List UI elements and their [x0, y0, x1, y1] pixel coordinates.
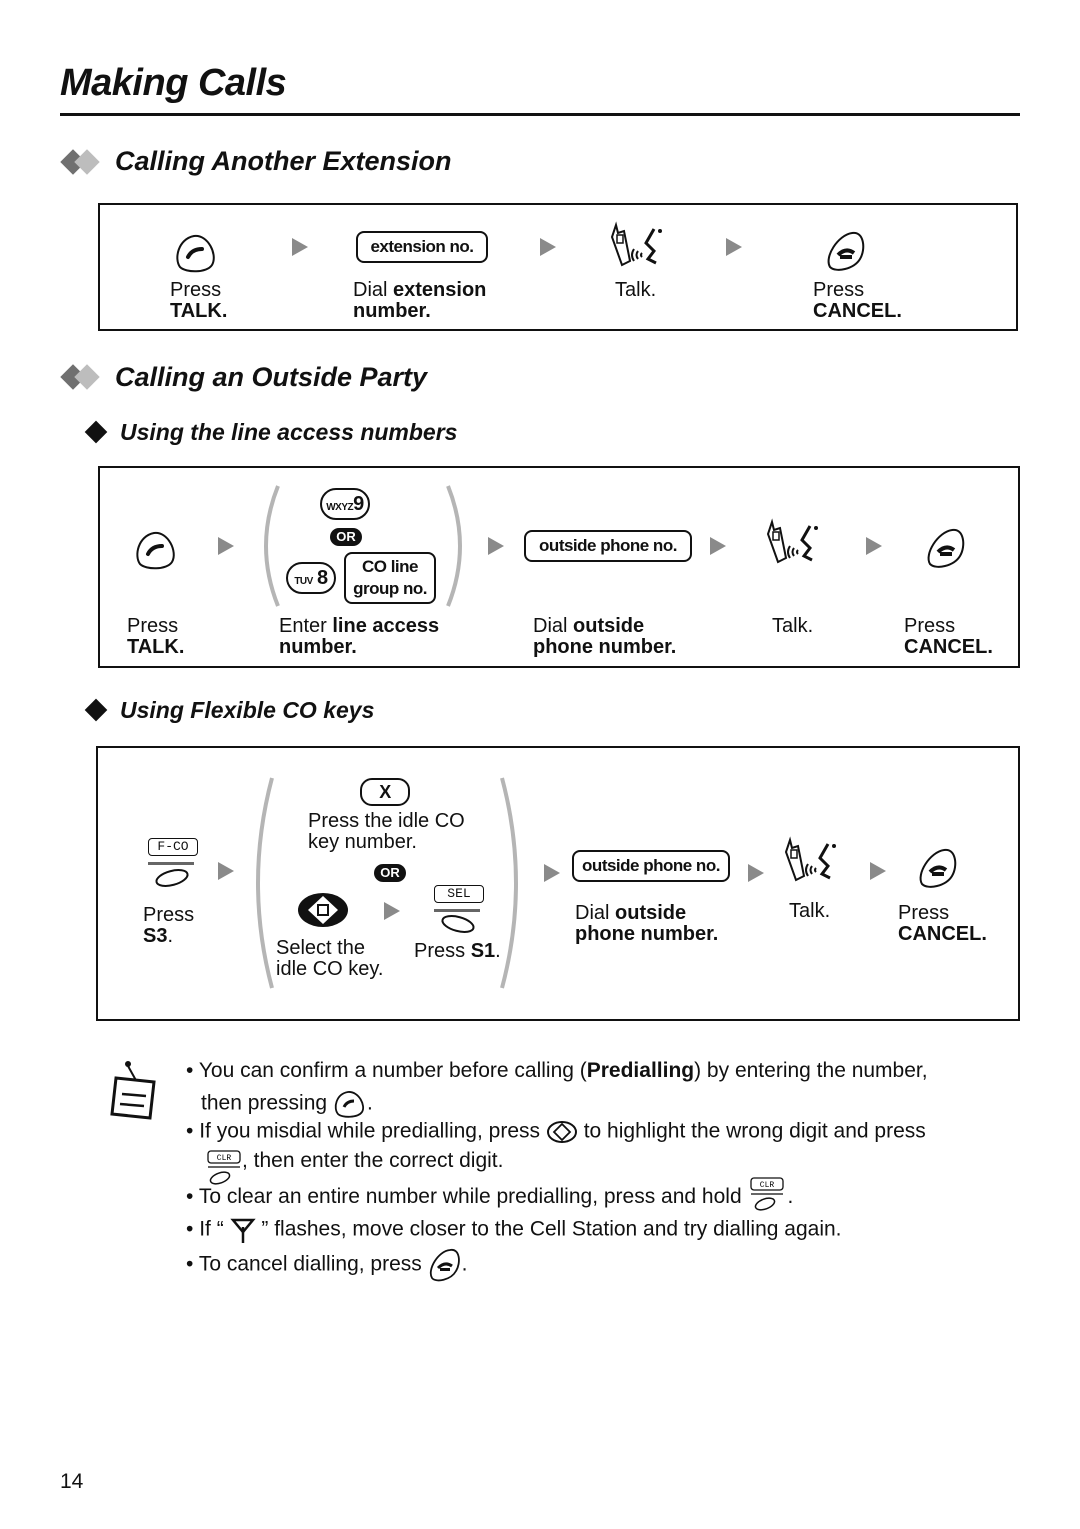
- step-label-press-talk: Press TALK.: [170, 279, 228, 322]
- step-arrow: [218, 862, 234, 880]
- cancel-button-icon: [827, 231, 865, 271]
- step-arrow: [540, 238, 556, 256]
- step-label-press-cancel: Press CANCEL.: [904, 615, 993, 658]
- note-item-misdial: • If you misdial while predialling, pres…: [186, 1119, 926, 1143]
- step-arrow: [544, 864, 560, 882]
- press-s1-text: Press S1.: [414, 940, 501, 962]
- step-label-dial-outside: Dial outside phone number.: [533, 615, 677, 658]
- softkey-divider: [434, 909, 480, 912]
- bracket-close: [500, 777, 518, 989]
- step-arrow: [866, 537, 882, 555]
- step-label-talk: Talk.: [789, 900, 831, 922]
- clr-softkey-icon: CLR: [207, 1150, 241, 1185]
- talking-handset-icon: [784, 836, 836, 882]
- step-label-enter-line-access: Enter line access number.: [279, 615, 440, 658]
- svg-text:CLR: CLR: [760, 1181, 775, 1190]
- select-idle-co-text: Select the idle CO key.: [276, 937, 384, 980]
- section-heading-outside: Calling an Outside Party: [115, 362, 428, 392]
- key-9: WXYZ9: [320, 488, 370, 520]
- step-label-dial-extension: Dial extension number.: [353, 279, 487, 322]
- co-key-x: X: [360, 778, 410, 806]
- double-diamond-icon: [60, 148, 102, 176]
- page-title: Making Calls: [60, 62, 287, 104]
- double-diamond-icon: [60, 363, 102, 391]
- note-item-misdial-line2: CLR , then enter the correct digit.: [206, 1150, 503, 1186]
- talk-button-icon: [176, 234, 215, 273]
- note-memo-icon: [110, 1061, 156, 1120]
- or-badge: OR: [330, 528, 362, 546]
- step-arrow: [710, 537, 726, 555]
- step-arrow: [870, 862, 886, 880]
- step-label-talk: Talk.: [615, 279, 657, 301]
- step-arrow: [292, 238, 308, 256]
- softkey-s3-icon: [155, 869, 189, 887]
- step-label-dial-outside: Dial outside phone number.: [575, 902, 719, 945]
- step-label-press-talk: Press TALK.: [127, 615, 185, 658]
- step-label-talk: Talk.: [772, 615, 814, 637]
- softkey-divider: [148, 862, 194, 865]
- cancel-button-icon: [927, 528, 965, 568]
- bracket-close: [446, 485, 462, 607]
- talking-handset-icon: [766, 518, 818, 564]
- step-arrow: [726, 238, 742, 256]
- talk-button-icon: [136, 531, 175, 570]
- section-heading-extension: Calling Another Extension: [115, 146, 452, 176]
- subheading-flexible-co: Using Flexible CO keys: [120, 697, 375, 723]
- step-arrow: [384, 902, 400, 920]
- cancel-button-icon: [429, 1249, 460, 1282]
- co-line-group-key: CO line group no.: [344, 552, 436, 604]
- bracket-open: [264, 485, 280, 607]
- step-arrow: [748, 864, 764, 882]
- diamond-bullet-icon: [84, 420, 108, 444]
- step-arrow: [218, 537, 234, 555]
- extension-no-key: extension no.: [356, 231, 488, 263]
- bracket-open: [256, 777, 274, 989]
- page-number: 14: [60, 1470, 84, 1493]
- outside-phone-no-key: outside phone no.: [524, 530, 692, 562]
- note-item-predialling: • You can confirm a number before callin…: [186, 1059, 928, 1082]
- antenna-signal-icon: [229, 1218, 256, 1243]
- note-item-cancel: • To cancel dialling, press .: [186, 1248, 467, 1282]
- step-arrow: [488, 537, 504, 555]
- note-item-signal: • If “ ” flashes, move closer to the Cel…: [186, 1217, 842, 1243]
- line-access-steps-box: WXYZ9 OR TUV 8 CO line group no. outside …: [98, 466, 1020, 668]
- press-idle-co-text: Press the idle CO key number.: [308, 810, 465, 853]
- outside-phone-no-key: outside phone no.: [572, 850, 730, 882]
- step-label-press-cancel: Press CANCEL.: [813, 279, 902, 322]
- diamond-bullet-icon: [84, 698, 108, 722]
- step-label-press-s3: Press S3.: [143, 904, 195, 947]
- talking-handset-icon: [610, 221, 662, 267]
- navigator-key-icon: [298, 893, 348, 927]
- step-label-press-cancel: Press CANCEL.: [898, 902, 987, 945]
- note-item-predialling-line2: then pressing .: [201, 1090, 373, 1118]
- flexible-co-steps-box: F-CO Press S3. X Press the idle CO key num…: [96, 746, 1020, 1021]
- or-badge: OR: [374, 864, 406, 882]
- subheading-line-access: Using the line access numbers: [120, 419, 458, 445]
- cancel-button-icon: [919, 848, 957, 888]
- extension-steps-box: extension no. Press TALK. Dial extension n…: [98, 203, 1018, 331]
- sel-softkey-label: SEL: [434, 885, 484, 903]
- navigator-key-icon: [546, 1121, 577, 1143]
- talk-button-icon: [334, 1091, 364, 1118]
- title-rule: [60, 113, 1020, 116]
- fco-softkey-label: F-CO: [148, 838, 198, 856]
- softkey-s1-icon: [441, 915, 475, 933]
- key-8: TUV 8: [286, 562, 336, 594]
- svg-text:CLR: CLR: [217, 1154, 232, 1163]
